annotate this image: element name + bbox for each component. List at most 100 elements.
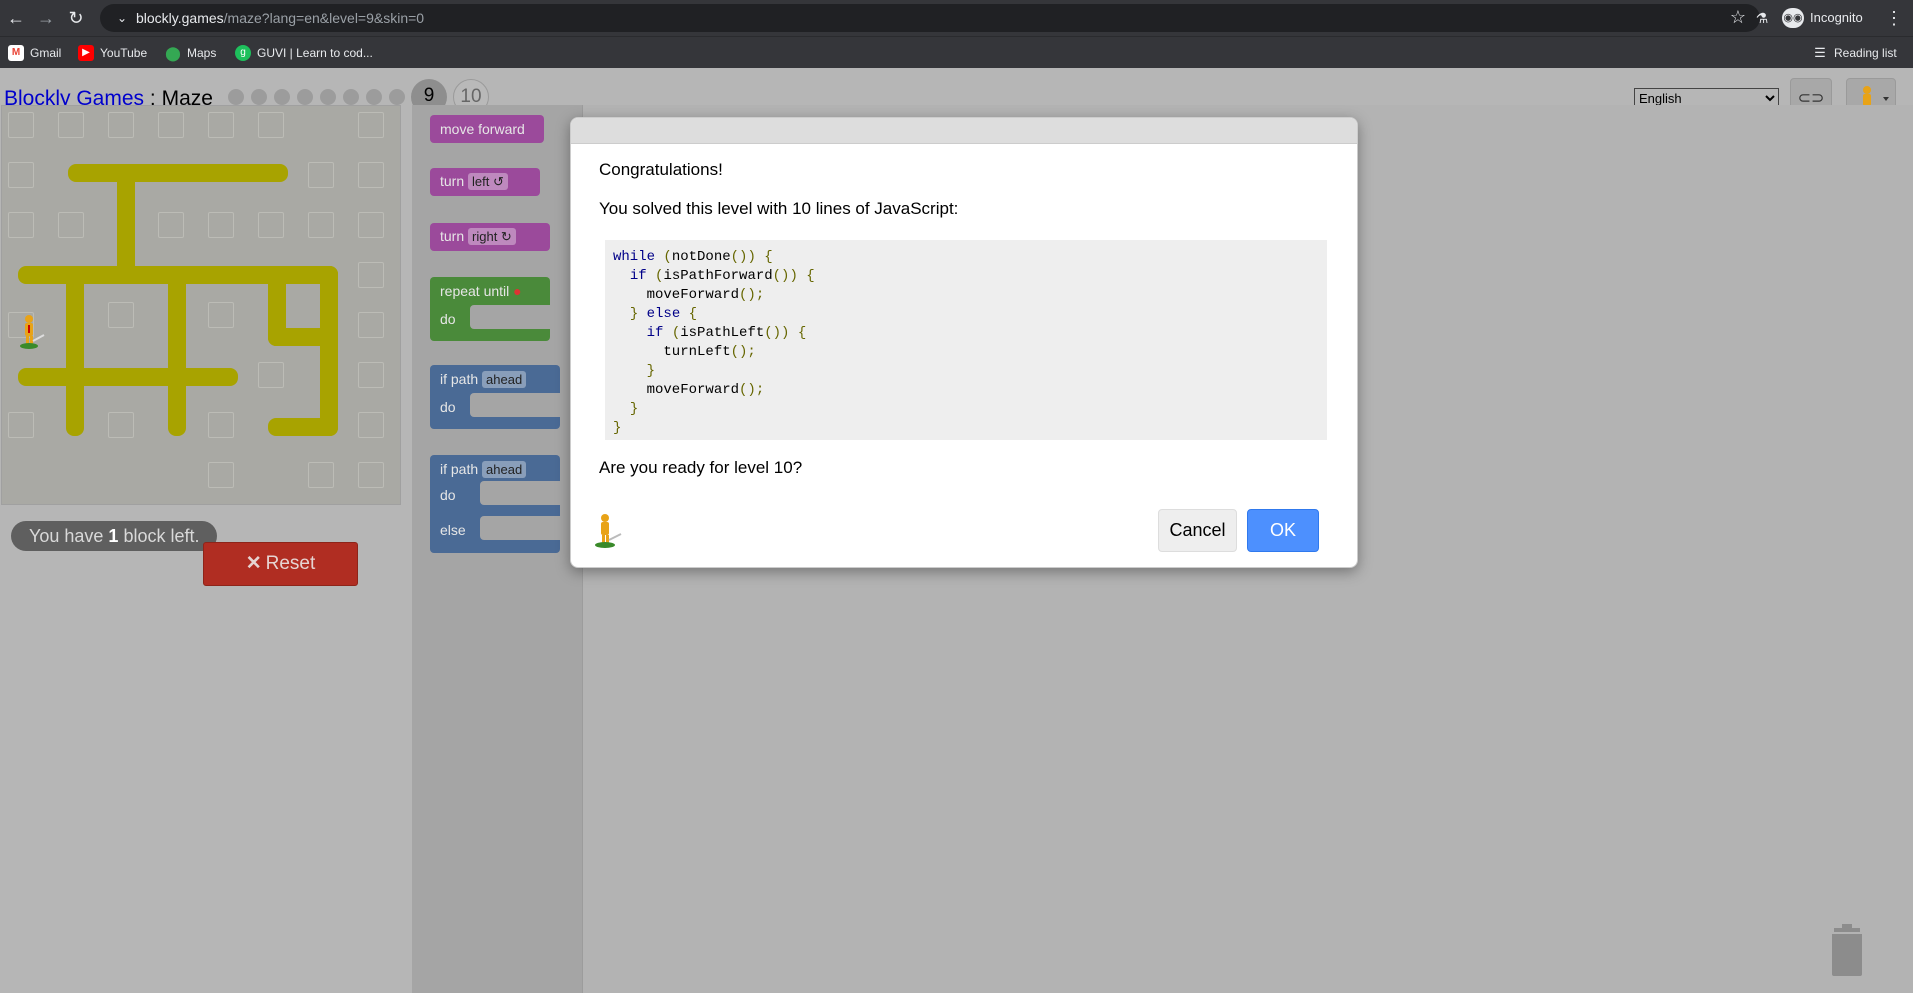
bookmark-star-icon[interactable]: ☆: [1730, 7, 1746, 28]
incognito-indicator[interactable]: ◉◉ Incognito: [1782, 6, 1863, 30]
bookmark-youtube[interactable]: ▶ YouTube: [78, 44, 147, 62]
block-label: if path: [440, 461, 479, 477]
code-keyword: while: [613, 249, 656, 265]
bookmark-gmail[interactable]: M Gmail: [8, 44, 61, 62]
code-punct: ();: [730, 344, 756, 360]
maze-path: [168, 266, 186, 436]
goal-marker-icon: ●: [513, 283, 522, 299]
level-dot-5[interactable]: [320, 89, 336, 105]
pegman-icon: [595, 514, 622, 548]
maze-tile: [358, 362, 384, 388]
maze-path: [268, 328, 338, 346]
maze-board: [1, 105, 401, 505]
code-punct: }: [646, 363, 656, 379]
congratulations-dialog: Congratulations! You solved this level w…: [570, 117, 1358, 568]
maze-tile: [108, 112, 134, 138]
repeat-until-block[interactable]: repeat until ● do: [430, 277, 550, 341]
block-content: repeat until ●: [440, 283, 522, 299]
code-punct: }: [629, 306, 639, 322]
blocks-left-badge: You have 1 block left.: [11, 521, 218, 551]
url-path: /maze?lang=en&level=9&skin=0: [223, 10, 425, 26]
reading-list-button[interactable]: ☰ Reading list: [1812, 44, 1897, 62]
code-punct: ()) {: [730, 249, 773, 265]
code-punct: ()) {: [764, 325, 807, 341]
browser-toolbar: ← → ↻ ⌄ blockly.games/maze?lang=en&level…: [0, 0, 1913, 36]
bookmark-maps[interactable]: ⬤ Maps: [165, 44, 216, 62]
maze-tile: [208, 212, 234, 238]
code-punct: ()) {: [772, 268, 815, 284]
back-icon[interactable]: ←: [4, 6, 28, 30]
block-label: do: [440, 487, 456, 503]
bookmark-label: GUVI | Learn to cod...: [257, 46, 373, 60]
trash-icon[interactable]: [1828, 924, 1866, 976]
site-info-icon[interactable]: ⌄: [112, 8, 132, 28]
level-dot-4[interactable]: [297, 89, 313, 105]
block-label: if path: [440, 371, 479, 387]
reset-button[interactable]: ✕ Reset: [203, 542, 358, 586]
browser-menu-icon[interactable]: ⋮: [1884, 6, 1904, 30]
path-direction-dropdown[interactable]: ahead: [482, 371, 527, 388]
if-else-path-block[interactable]: if path ahead do else: [430, 455, 560, 553]
labs-icon[interactable]: ⚗: [1750, 6, 1774, 30]
level-dot-7[interactable]: [366, 89, 382, 105]
reading-list-label: Reading list: [1834, 46, 1897, 60]
move-forward-block[interactable]: move forward: [430, 115, 544, 143]
block-content: turn right ↻: [440, 228, 516, 245]
url-text[interactable]: blockly.games/maze?lang=en&level=9&skin=…: [136, 4, 424, 32]
bookmarks-bar: M Gmail ▶ YouTube ⬤ Maps g GUVI | Learn …: [0, 36, 1913, 68]
reset-label: Reset: [265, 553, 316, 574]
ok-button[interactable]: OK: [1247, 509, 1319, 552]
dialog-header[interactable]: [571, 118, 1357, 144]
level-dot-8[interactable]: [389, 89, 405, 105]
incognito-icon: ◉◉: [1782, 8, 1804, 28]
code-punct: {: [688, 306, 698, 322]
code-line: } else {: [613, 305, 1319, 324]
code-line: while (notDone()) {: [613, 249, 773, 265]
level-dot-2[interactable]: [251, 89, 267, 105]
maze-tile: [8, 212, 34, 238]
code-line: }: [613, 419, 1319, 438]
gmail-icon: M: [8, 45, 24, 61]
if-path-block[interactable]: if path ahead do: [430, 365, 560, 429]
maze-path: [268, 418, 338, 436]
forward-icon[interactable]: →: [34, 6, 58, 30]
turn-left-block[interactable]: turn left ↺: [430, 168, 540, 196]
cancel-button[interactable]: Cancel: [1158, 509, 1237, 552]
maze-path: [66, 266, 84, 436]
reload-icon[interactable]: ↻: [64, 6, 88, 30]
maze-tile: [358, 462, 384, 488]
incognito-label: Incognito: [1810, 10, 1863, 25]
code-line: moveForward();: [613, 287, 765, 303]
maze-tile: [108, 412, 134, 438]
block-content: turn left ↺: [440, 173, 508, 190]
level-dot-6[interactable]: [343, 89, 359, 105]
dialog-title: Congratulations!: [599, 160, 723, 179]
maze-tile: [158, 112, 184, 138]
maze-tile: [258, 212, 284, 238]
turn-right-block[interactable]: turn right ↻: [430, 223, 550, 251]
maze-path: [18, 368, 238, 386]
path-direction-dropdown[interactable]: ahead: [482, 461, 527, 478]
maze-tile: [258, 362, 284, 388]
close-icon: ✕: [245, 553, 262, 574]
bookmark-label: Gmail: [30, 46, 62, 60]
turn-direction-dropdown[interactable]: left ↺: [468, 173, 508, 190]
code-block: while (notDone()) { if (isPathForward())…: [605, 240, 1327, 440]
code-punct: ();: [739, 287, 765, 303]
maze-path: [320, 266, 338, 436]
block-content: if path ahead: [440, 371, 527, 388]
bookmark-guvi[interactable]: g GUVI | Learn to cod...: [235, 44, 373, 62]
address-bar[interactable]: ⌄ blockly.games/maze?lang=en&level=9&ski…: [100, 4, 1760, 32]
level-dot-1[interactable]: [228, 89, 244, 105]
block-label: do: [440, 399, 456, 415]
turn-direction-dropdown[interactable]: right ↻: [468, 228, 516, 245]
url-host: blockly.games: [136, 10, 224, 26]
code-line: if (isPathForward()) {: [629, 268, 815, 284]
maze-path: [117, 164, 135, 274]
maze-tile: [358, 262, 384, 288]
maze-path: [68, 164, 288, 182]
block-label: turn: [440, 228, 465, 244]
maze-tile: [8, 412, 34, 438]
level-dot-3[interactable]: [274, 89, 290, 105]
code-keyword: if: [646, 325, 664, 341]
